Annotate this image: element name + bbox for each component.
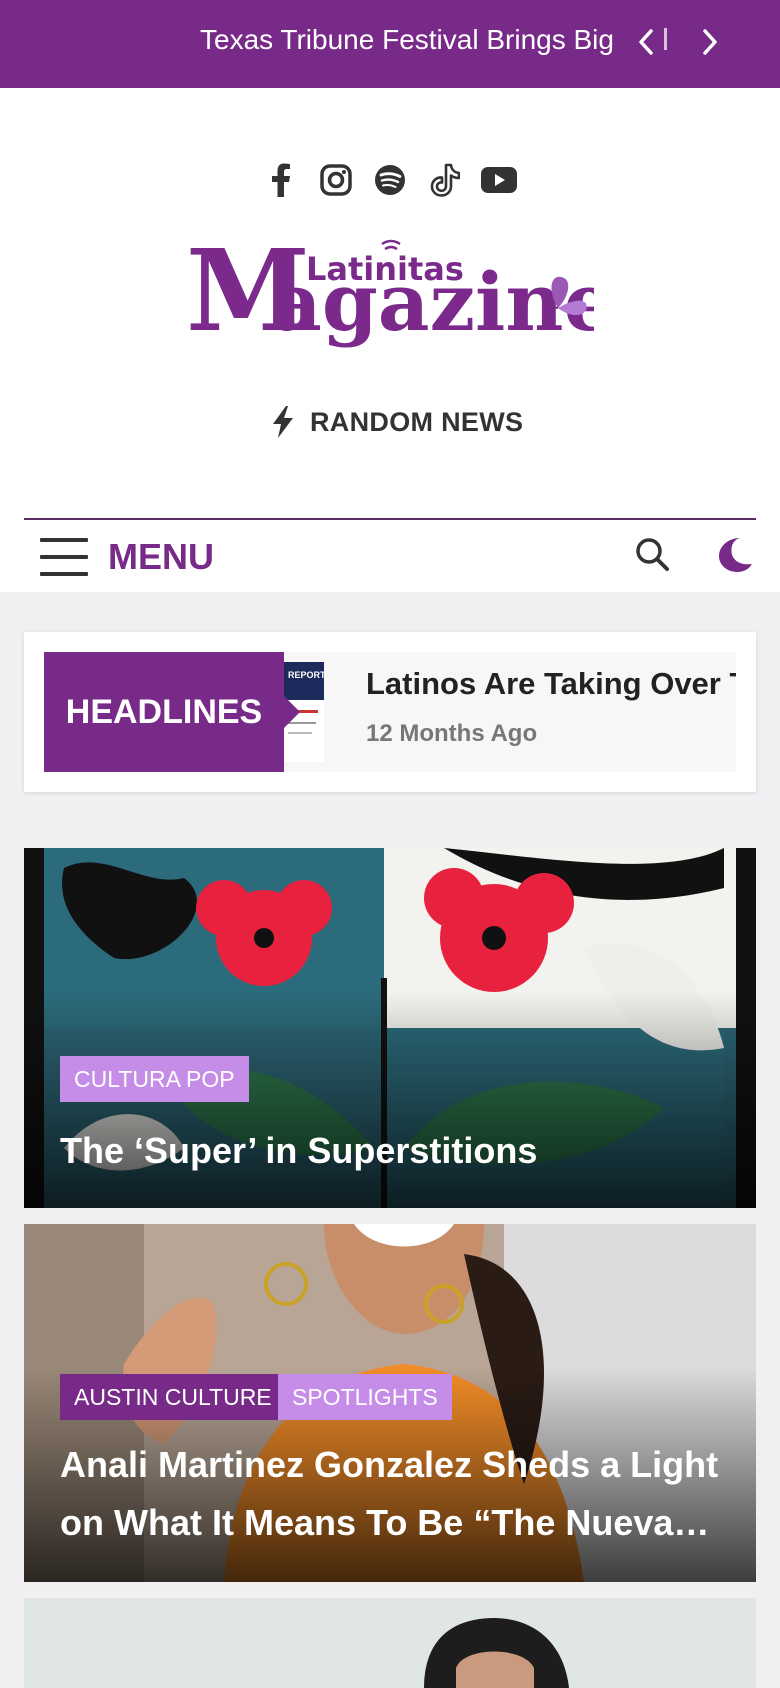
search-icon[interactable] [634,536,674,576]
random-news-link[interactable]: RANDOM NEWS [270,400,523,444]
post-card[interactable]: AUSTIN CULTURE SPOTLIGHTS Anali Martinez… [24,1224,756,1582]
youtube-icon[interactable] [480,161,518,199]
logo-big-text: agazine [270,255,594,349]
tiktok-icon[interactable] [426,161,464,199]
instagram-icon[interactable] [317,161,355,199]
headlines-widget: HEADLINES REPORT: Latinos Are Taking Ove… [24,632,756,792]
facebook-icon[interactable] [262,161,300,199]
headline-title[interactable]: Latinos Are Taking Over Texas [366,666,736,702]
site-header: M Latinitas agazine RANDOM NEWS MENU [0,88,780,592]
ticker-divider [664,28,667,50]
main-nav: MENU [24,518,756,592]
post-image [24,1598,756,1688]
spotify-icon[interactable] [371,161,409,199]
ticker-headline[interactable]: Texas Tribune Festival Brings Big [200,24,624,56]
category-tag[interactable]: AUSTIN CULTURE [60,1374,286,1420]
category-tag[interactable]: CULTURA POP [60,1056,249,1102]
headlines-label: HEADLINES [44,652,300,772]
menu-button[interactable]: MENU [108,536,214,578]
top-ticker: Texas Tribune Festival Brings Big [0,0,780,88]
category-tag[interactable]: SPOTLIGHTS [278,1374,452,1420]
random-news-label: RANDOM NEWS [310,406,524,437]
chevron-right-icon[interactable] [690,22,730,62]
site-logo[interactable]: M Latinitas agazine [186,226,615,357]
moon-icon[interactable] [714,534,756,576]
post-card[interactable]: CULTURA POP The ‘Super’ in Superstitions [24,848,756,1208]
hamburger-icon[interactable] [40,538,88,576]
post-title[interactable]: The ‘Super’ in Superstitions [60,1122,726,1180]
post-title[interactable]: Anali Martinez Gonzalez Sheds a Light on… [60,1436,726,1552]
headline-time: 12 Months Ago [366,720,538,747]
bolt-icon [273,406,293,438]
social-links [262,160,518,200]
post-card[interactable] [24,1598,756,1688]
chevron-left-icon[interactable] [626,22,666,62]
